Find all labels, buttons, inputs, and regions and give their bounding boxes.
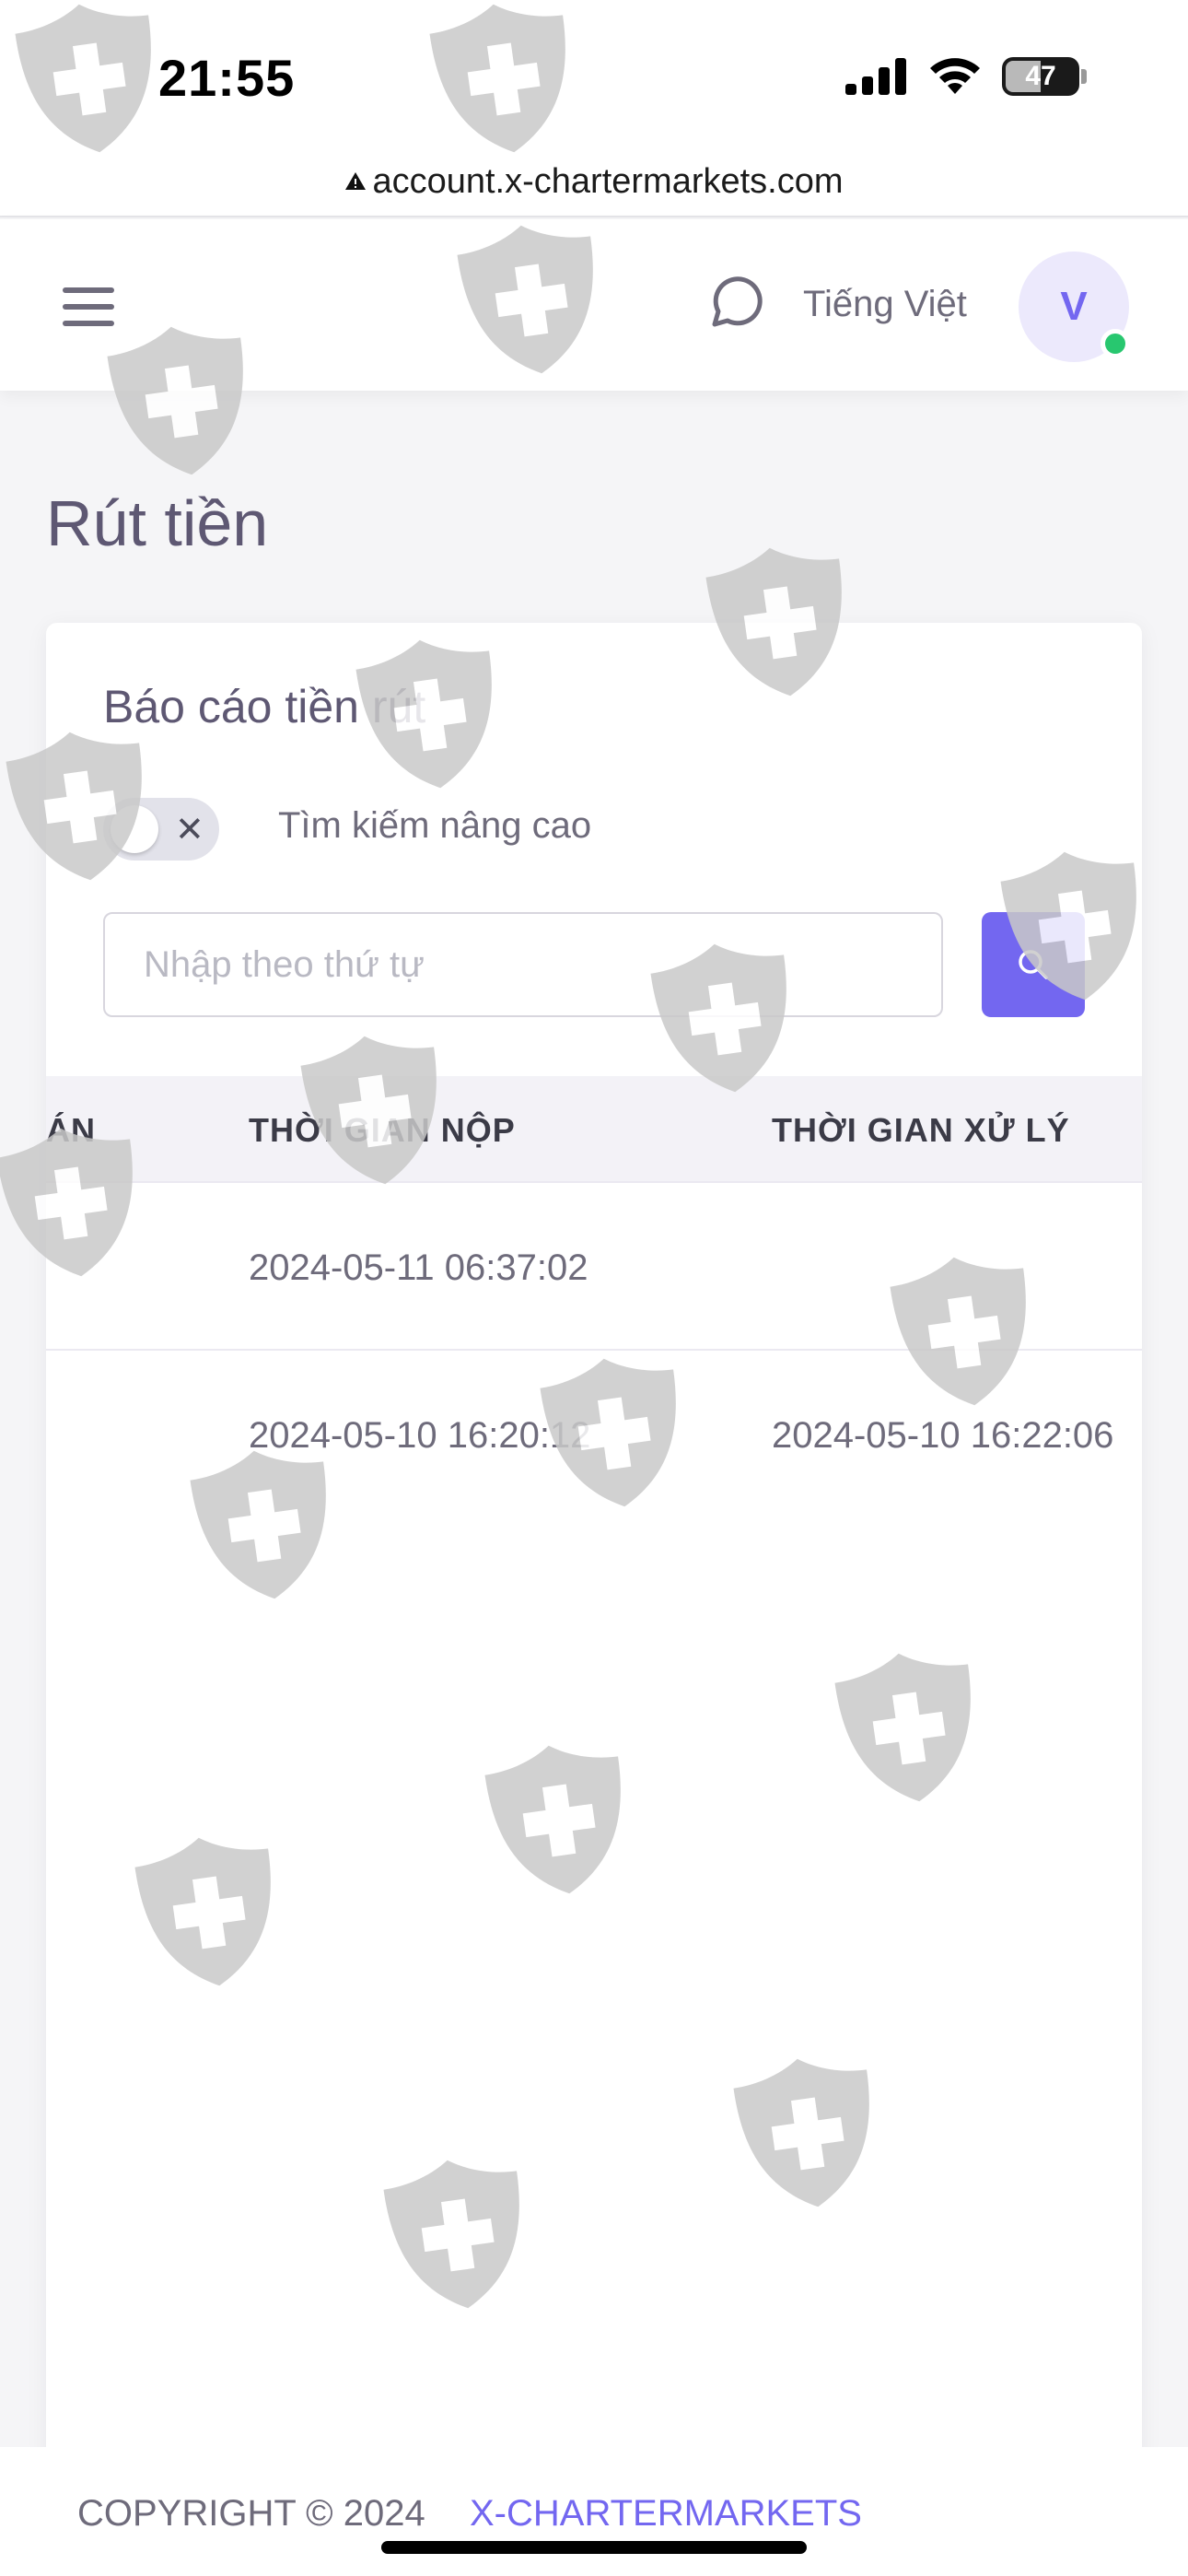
- battery-cap: [1081, 69, 1087, 84]
- footer: COPYRIGHT © 2024 X-CHARTERMARKETS: [0, 2447, 1188, 2576]
- card-title: Báo cáo tiền rút: [103, 681, 426, 732]
- brand-link[interactable]: X-CHARTERMARKETS: [470, 2493, 862, 2535]
- close-icon: ✕: [175, 811, 204, 849]
- url-text: account.x-chartermarkets.com: [372, 161, 844, 201]
- search-icon: [1019, 950, 1048, 979]
- table-row: 2024-05-11 06:37:02: [46, 1183, 1142, 1351]
- app-header: Tiếng Việt V: [0, 219, 1188, 391]
- hamburger-menu-icon[interactable]: [55, 282, 122, 332]
- home-indicator: [381, 2541, 807, 2554]
- avatar-initial: V: [1060, 284, 1088, 329]
- search-input[interactable]: [103, 912, 943, 1017]
- withdrawal-report-card: Báo cáo tiền rút ✕ Tìm kiếm nâng cao ÁN …: [46, 623, 1142, 2465]
- column-header-processed-time[interactable]: THỜI GIAN XỬ LÝ: [772, 1111, 1070, 1150]
- table-row: 2024-05-10 16:20:12 2024-05-10 16:22:06: [46, 1351, 1142, 1518]
- page-title: Rút tiền: [46, 487, 269, 559]
- table-header: ÁN THỜI GIAN NỘP THỜI GIAN XỬ LÝ: [46, 1076, 1142, 1183]
- toggle-knob: [111, 805, 158, 853]
- cell-submitted-time: 2024-05-10 16:20:12: [249, 1415, 591, 1456]
- advanced-search-label: Tìm kiếm nâng cao: [278, 805, 592, 846]
- status-bar: 21:55 47: [0, 0, 1188, 157]
- copyright-text: COPYRIGHT © 2024: [77, 2493, 425, 2534]
- cell-processed-time: 2024-05-10 16:22:06: [772, 1415, 1114, 1456]
- online-status-dot: [1101, 329, 1130, 358]
- column-header-submitted-time[interactable]: THỜI GIAN NỘP: [249, 1111, 516, 1150]
- signal-icon: [845, 58, 906, 95]
- search-button[interactable]: [982, 912, 1085, 1017]
- battery-level: 47: [1025, 61, 1056, 91]
- status-time: 21:55: [158, 49, 296, 107]
- wifi-icon: [930, 58, 980, 94]
- advanced-search-toggle[interactable]: ✕: [103, 798, 219, 861]
- cell-submitted-time: 2024-05-11 06:37:02: [249, 1247, 588, 1288]
- warning-icon: [345, 172, 367, 190]
- battery-body: 47: [1002, 57, 1079, 96]
- battery-icon: 47: [1002, 57, 1087, 96]
- status-icons: 47: [845, 57, 1087, 96]
- language-selector[interactable]: Tiếng Việt: [803, 284, 967, 325]
- column-header-1[interactable]: ÁN: [46, 1111, 96, 1150]
- address-bar[interactable]: account.x-chartermarkets.com: [0, 147, 1188, 217]
- chat-bubble-icon[interactable]: [702, 271, 768, 337]
